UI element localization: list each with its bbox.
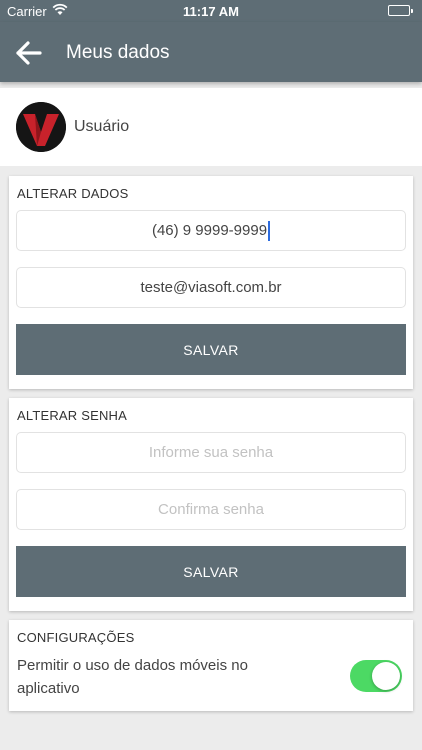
save-password-button[interactable]: SALVAR <box>16 546 406 597</box>
configuracoes-card: CONFIGURAÇÕES Permitir o uso de dados mó… <box>9 620 413 711</box>
navigation-bar: Meus dados <box>0 22 422 82</box>
password-field[interactable] <box>16 432 406 473</box>
alterar-dados-title: ALTERAR DADOS <box>17 186 129 201</box>
configuracoes-title: CONFIGURAÇÕES <box>17 630 135 645</box>
mobile-data-label: Permitir o uso de dados móveis no aplica… <box>17 657 248 697</box>
battery-icon <box>388 5 413 16</box>
alterar-senha-title: ALTERAR SENHA <box>17 408 127 423</box>
user-name: Usuário <box>74 118 130 135</box>
status-time: 11:17 AM <box>183 4 239 19</box>
email-field[interactable]: teste@viasoft.com.br <box>16 267 406 308</box>
phone-value: (46) 9 9999-9999 <box>151 222 268 239</box>
text-caret <box>268 220 271 241</box>
alterar-senha-card: ALTERAR SENHA SALVAR <box>9 398 413 611</box>
toggle-knob <box>372 662 400 690</box>
phone-field[interactable]: (46) 9 9999-9999 <box>16 210 406 251</box>
mobile-data-toggle[interactable] <box>350 660 402 692</box>
email-value: teste@viasoft.com.br <box>140 279 282 296</box>
page-title: Meus dados <box>66 42 170 63</box>
status-bar: Carrier 11:17 AM <box>0 0 422 22</box>
arrow-left-icon[interactable] <box>14 39 44 67</box>
avatar <box>16 102 66 152</box>
confirm-password-field[interactable] <box>16 489 406 530</box>
profile-header: Usuário <box>0 88 422 166</box>
save-data-button[interactable]: SALVAR <box>16 324 406 375</box>
viasoft-logo-icon <box>16 102 66 152</box>
alterar-dados-card: ALTERAR DADOS (46) 9 9999-9999 teste@via… <box>9 176 413 389</box>
